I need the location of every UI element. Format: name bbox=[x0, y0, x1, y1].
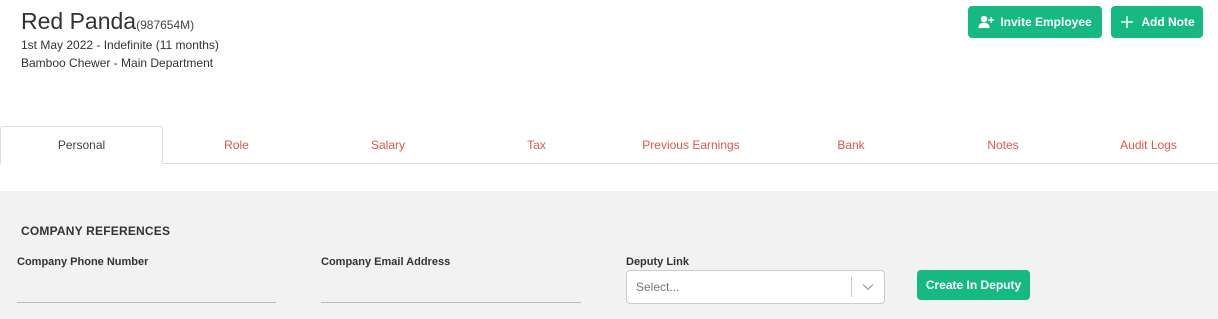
plus-icon bbox=[1119, 14, 1135, 30]
company-email-label: Company Email Address bbox=[321, 256, 451, 268]
deputy-link-placeholder: Select... bbox=[636, 280, 680, 294]
employee-header: Red Panda(987654M) 1st May 2022 - Indefi… bbox=[0, 0, 1218, 126]
employee-tabs: Personal Role Salary Tax Previous Earnin… bbox=[0, 126, 1218, 164]
deputy-link-select[interactable]: Select... bbox=[626, 270, 885, 304]
company-phone-label: Company Phone Number bbox=[17, 256, 149, 268]
add-user-icon bbox=[978, 14, 995, 30]
tab-audit-logs[interactable]: Audit Logs bbox=[1079, 126, 1218, 164]
employment-dates: 1st May 2022 - Indefinite (11 months) bbox=[21, 38, 219, 52]
chevron-down-icon[interactable] bbox=[852, 283, 884, 291]
employee-name: Red Panda bbox=[21, 8, 137, 34]
company-references-panel: COMPANY REFERENCES Company Phone Number … bbox=[0, 191, 1218, 319]
tab-personal[interactable]: Personal bbox=[0, 126, 163, 164]
employee-id: (987654M) bbox=[136, 18, 195, 32]
tab-bank[interactable]: Bank bbox=[775, 126, 927, 164]
tab-salary[interactable]: Salary bbox=[310, 126, 466, 164]
tab-tax[interactable]: Tax bbox=[466, 126, 607, 164]
deputy-link-label: Deputy Link bbox=[626, 256, 689, 268]
company-phone-input[interactable] bbox=[17, 279, 276, 303]
employee-name-line: Red Panda(987654M) bbox=[21, 8, 194, 35]
tab-notes[interactable]: Notes bbox=[927, 126, 1079, 164]
employee-department: Bamboo Chewer - Main Department bbox=[21, 56, 214, 70]
create-in-deputy-button[interactable]: Create In Deputy bbox=[917, 270, 1030, 300]
add-note-button[interactable]: Add Note bbox=[1111, 6, 1203, 38]
company-email-input[interactable] bbox=[321, 279, 581, 303]
tab-previous-earnings[interactable]: Previous Earnings bbox=[607, 126, 775, 164]
section-title: COMPANY REFERENCES bbox=[21, 224, 171, 238]
invite-employee-label: Invite Employee bbox=[1000, 15, 1092, 29]
invite-employee-button[interactable]: Invite Employee bbox=[968, 6, 1102, 38]
tab-content-spacer bbox=[0, 164, 1218, 191]
add-note-label: Add Note bbox=[1141, 15, 1195, 29]
tab-role[interactable]: Role bbox=[163, 126, 310, 164]
